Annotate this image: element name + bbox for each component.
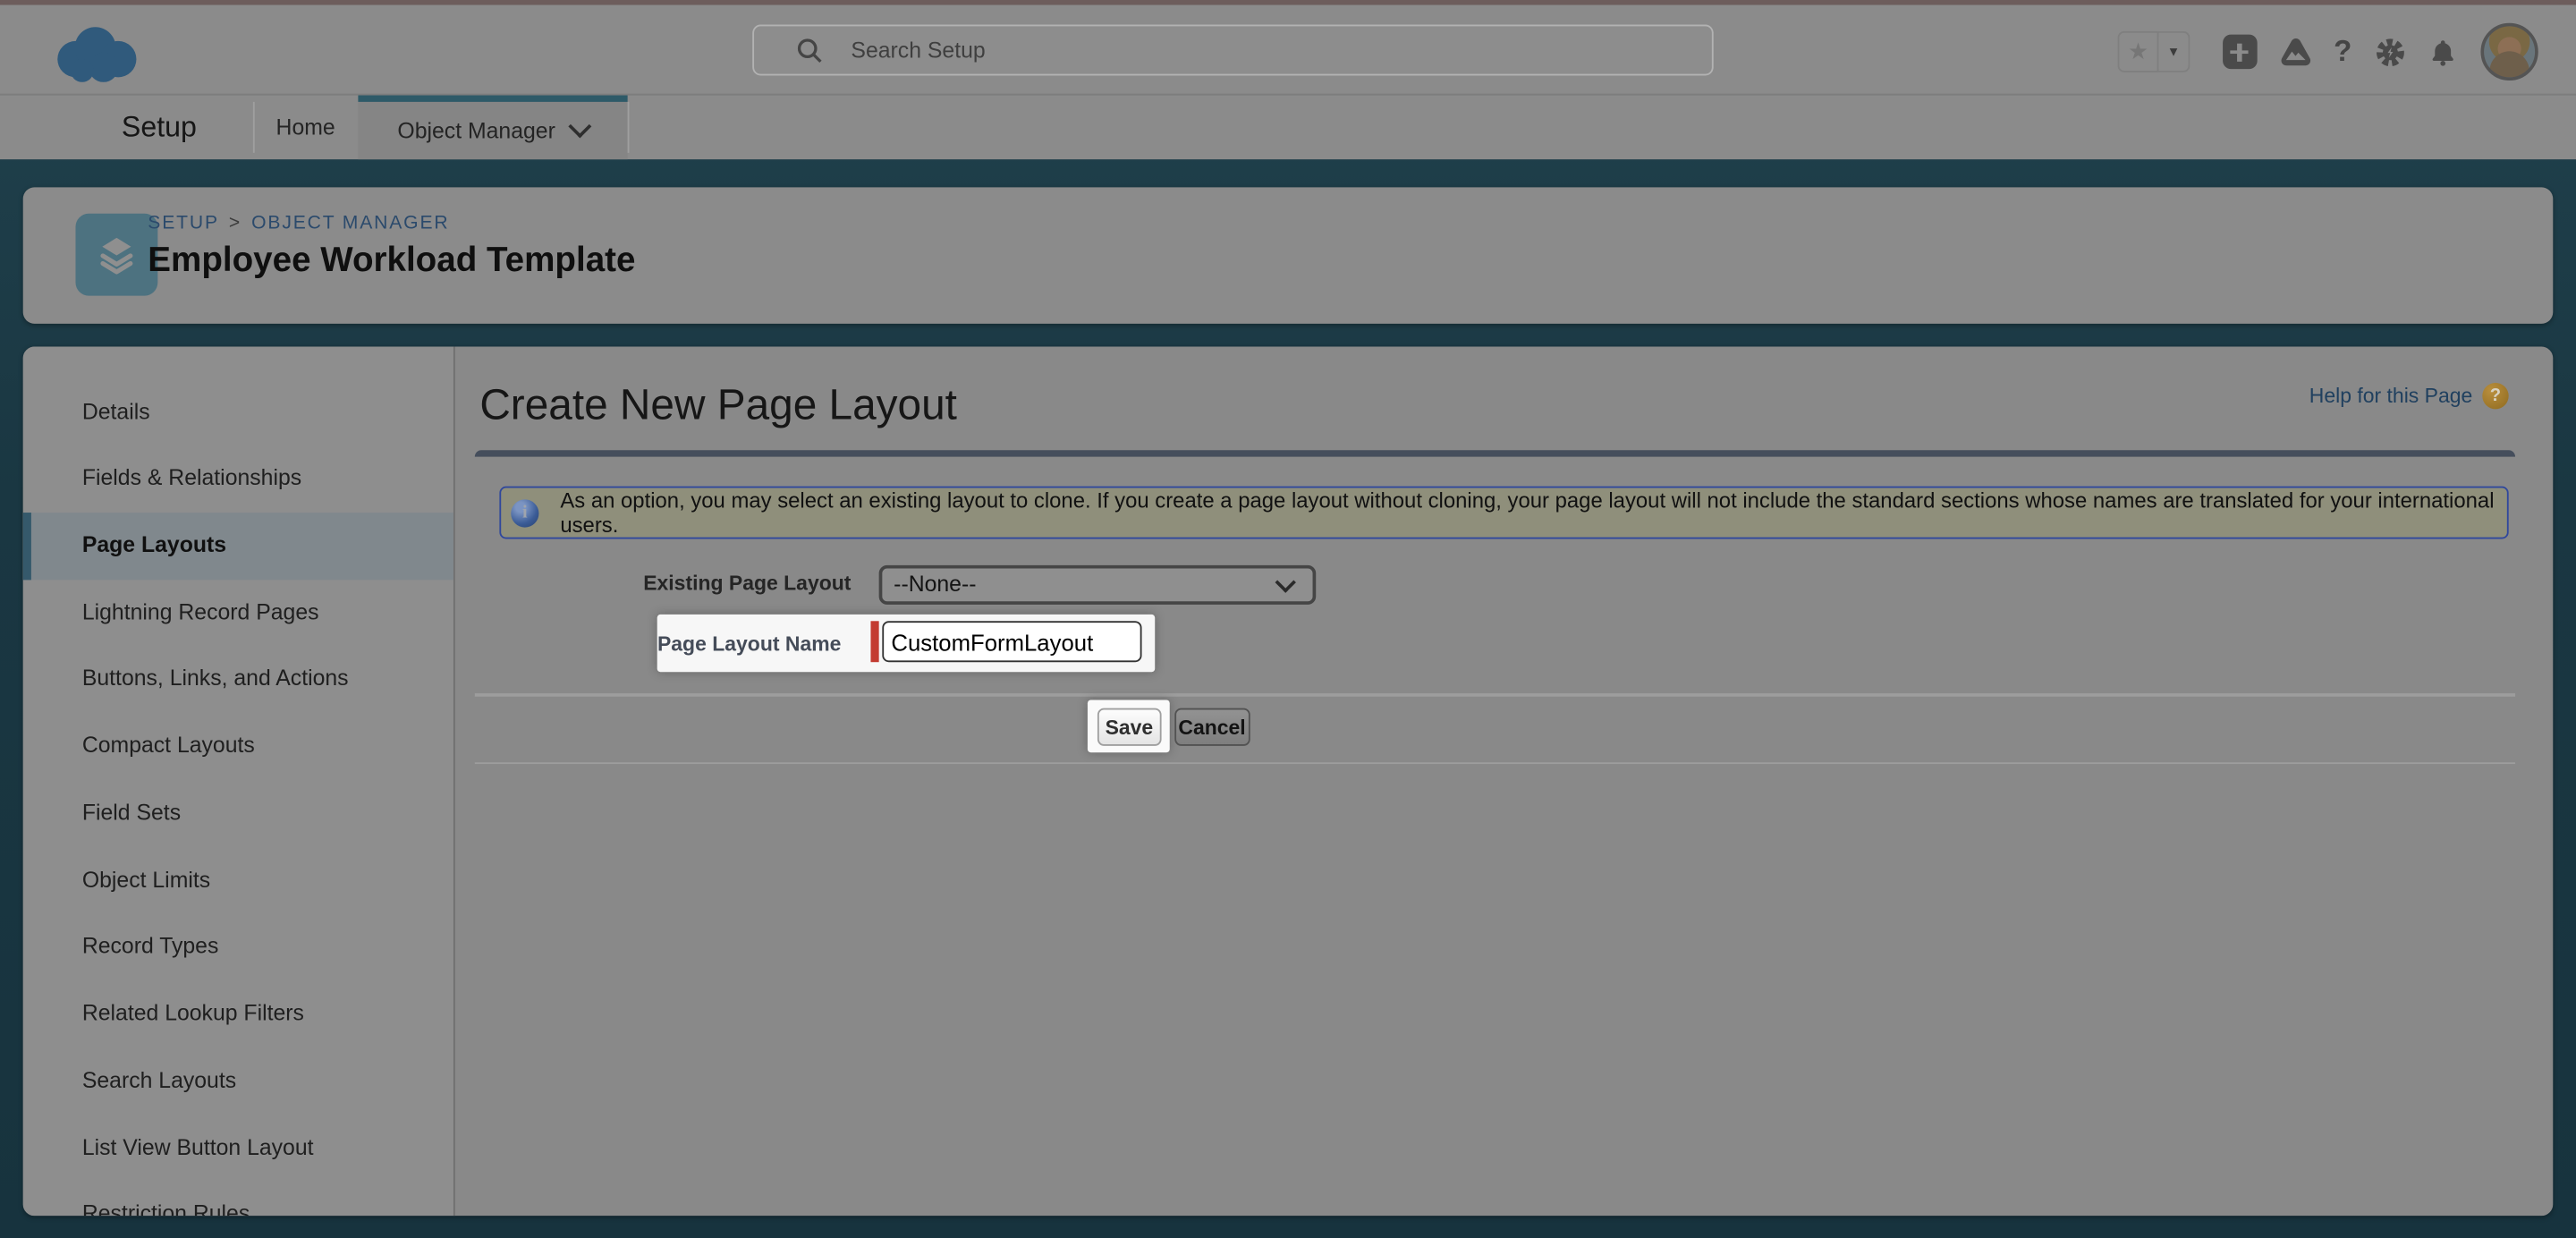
search-input[interactable] <box>848 36 1578 64</box>
favorites-caret-icon[interactable]: ▼ <box>2158 31 2190 72</box>
breadcrumb-setup-link[interactable]: SETUP <box>148 213 219 233</box>
setup-button[interactable] <box>2373 35 2406 68</box>
sidebar-item-object-limits[interactable]: Object Limits <box>23 847 453 914</box>
trailhead-button[interactable] <box>2278 35 2313 70</box>
panel-top-border <box>475 450 2515 456</box>
tab-object-manager-label: Object Manager <box>397 118 555 143</box>
page-layout-name-spotlight: Page Layout Name <box>657 615 1155 673</box>
trailhead-icon <box>2278 35 2313 70</box>
screen: ★ ▼ ? <box>0 0 2576 1238</box>
sidebar-item-list-view-button-layout[interactable]: List View Button Layout <box>23 1115 453 1182</box>
object-sidebar: Details Fields & Relationships Page Layo… <box>23 347 455 1217</box>
info-message-box: i As an option, you may select an existi… <box>499 487 2508 539</box>
help-for-this-page[interactable]: Help for this Page ? <box>2309 384 2509 410</box>
help-orange-icon: ? <box>2482 384 2508 410</box>
breadcrumb-separator: > <box>229 213 242 233</box>
content-card: Details Fields & Relationships Page Layo… <box>23 347 2554 1217</box>
sidebar-item-buttons-links-actions[interactable]: Buttons, Links, and Actions <box>23 647 453 714</box>
info-message-text: As an option, you may select an existing… <box>560 488 2507 538</box>
sidebar-item-search-layouts[interactable]: Search Layouts <box>23 1047 453 1115</box>
sidebar-item-field-sets[interactable]: Field Sets <box>23 780 453 847</box>
panel-divider <box>475 694 2515 696</box>
search-icon <box>797 37 823 63</box>
help-button[interactable]: ? <box>2334 35 2351 70</box>
favorites-split-button: ★ ▼ <box>2118 31 2190 72</box>
sidebar-item-related-lookup-filters[interactable]: Related Lookup Filters <box>23 981 453 1048</box>
app-name-label: Setup <box>122 95 197 160</box>
help-link-label: Help for this Page <box>2309 385 2472 408</box>
sidebar-item-details[interactable]: Details <box>23 379 453 446</box>
page-layout-name-label: Page Layout Name <box>657 615 842 673</box>
object-manager-layers-icon <box>75 213 157 295</box>
setup-gear-icon <box>2373 35 2406 68</box>
sidebar-item-record-types[interactable]: Record Types <box>23 914 453 981</box>
breadcrumb-object-manager-link[interactable]: OBJECT MANAGER <box>251 213 449 233</box>
global-search <box>752 25 1713 76</box>
sidebar-item-page-layouts[interactable]: Page Layouts <box>23 513 453 580</box>
panel-divider <box>475 762 2515 764</box>
notifications-button[interactable] <box>2428 37 2457 66</box>
sidebar-item-compact-layouts[interactable]: Compact Layouts <box>23 713 453 780</box>
chevron-down-icon <box>568 115 591 139</box>
tab-home[interactable]: Home <box>253 95 359 160</box>
nav-separator <box>628 101 630 152</box>
favorites-star-icon[interactable]: ★ <box>2118 31 2159 72</box>
header-actions: ★ ▼ ? <box>2118 22 2538 81</box>
existing-page-layout-label: Existing Page Layout <box>475 572 852 596</box>
page-layout-name-input[interactable] <box>881 622 1140 663</box>
existing-page-layout-select[interactable]: --None-- <box>879 565 1317 605</box>
bell-icon <box>2428 37 2457 66</box>
required-field-indicator <box>870 622 877 663</box>
user-avatar[interactable] <box>2480 23 2538 81</box>
tab-home-label: Home <box>276 114 335 140</box>
sidebar-item-restriction-rules[interactable]: Restriction Rules <box>23 1182 453 1217</box>
cancel-button[interactable]: Cancel <box>1174 708 1250 747</box>
page-title: Create New Page Layout <box>479 380 957 431</box>
plus-icon <box>2222 35 2257 70</box>
select-chevron-down-icon <box>1275 572 1296 593</box>
save-button[interactable]: Save <box>1097 708 1162 747</box>
selected-option-label: --None-- <box>894 572 1278 598</box>
quick-create-button[interactable] <box>2222 35 2257 70</box>
setup-nav-bar: Setup Home Object Manager <box>0 95 2576 160</box>
sidebar-item-lightning-record-pages[interactable]: Lightning Record Pages <box>23 580 453 647</box>
salesforce-cloud-logo-icon <box>55 25 143 81</box>
main-content: Create New Page Layout Help for this Pag… <box>455 347 2554 1217</box>
info-icon: i <box>511 499 538 527</box>
global-header: ★ ▼ ? <box>0 4 2576 96</box>
tab-object-manager[interactable]: Object Manager <box>358 95 627 160</box>
object-title: Employee Workload Template <box>148 241 635 280</box>
salesforce-setup-app: ★ ▼ ? <box>0 0 2576 1238</box>
object-header-card: SETUP > OBJECT MANAGER Employee Workload… <box>23 186 2554 323</box>
breadcrumb: SETUP > OBJECT MANAGER <box>148 213 449 233</box>
sidebar-item-fields-relationships[interactable]: Fields & Relationships <box>23 445 453 513</box>
